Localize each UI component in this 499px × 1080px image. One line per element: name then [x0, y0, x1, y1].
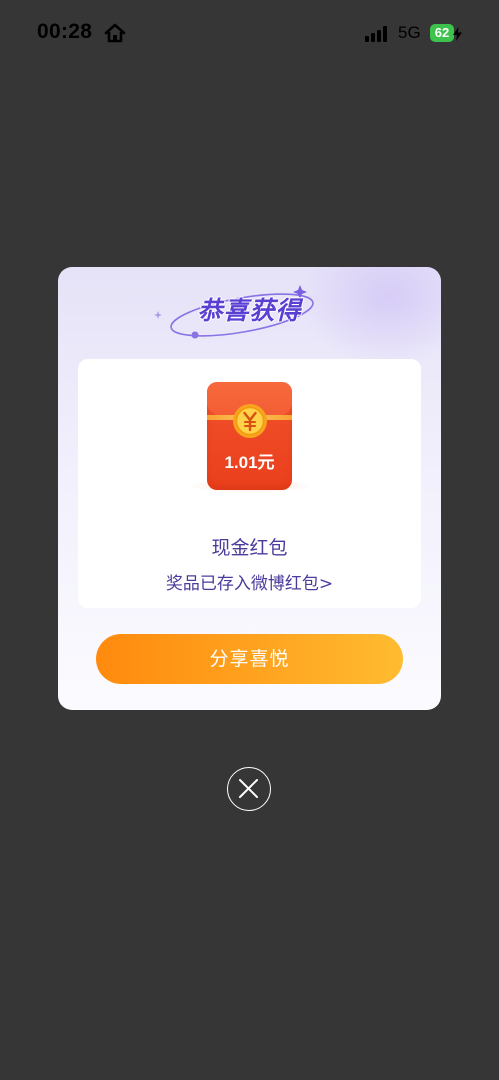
share-joy-button[interactable]: 分享喜悦 — [96, 634, 403, 684]
home-icon — [104, 22, 126, 44]
modal-title: 恭喜获得 — [197, 296, 302, 325]
reward-modal: 恭喜获得 1.01元 现金红包 奖品已存入微博红包> 分享喜悦 — [58, 267, 441, 710]
status-time: 00:28 — [37, 20, 93, 43]
cellular-signal-icon — [365, 26, 389, 42]
prize-card: 1.01元 现金红包 奖品已存入微博红包> — [78, 359, 421, 608]
envelope-amount: 1.01元 — [224, 453, 275, 472]
close-icon — [239, 779, 258, 798]
network-type: 5G — [398, 23, 421, 42]
close-button[interactable] — [227, 767, 271, 811]
status-bar: 00:28 5G 62 — [0, 0, 499, 66]
red-envelope-image: 1.01元 — [207, 382, 292, 490]
battery-indicator: 62 — [430, 24, 454, 42]
prize-name: 现金红包 — [211, 537, 288, 559]
charging-bolt-icon — [453, 26, 462, 41]
prize-storage-link[interactable]: 奖品已存入微博红包> — [78, 569, 421, 594]
yuan-coin-icon — [233, 404, 267, 438]
